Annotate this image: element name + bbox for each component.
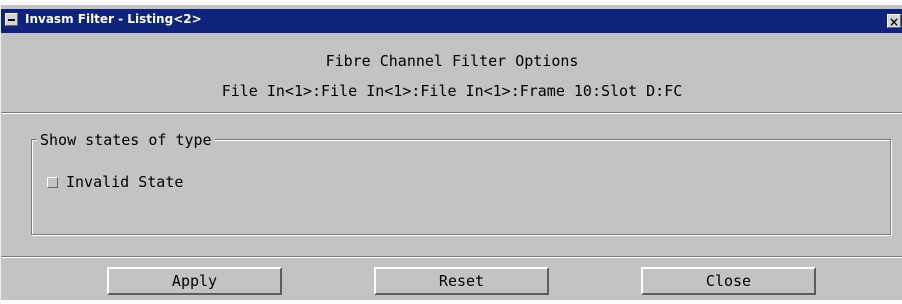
dialog-heading: Fibre Channel Filter Options: [325, 52, 579, 70]
invalid-state-checkbox[interactable]: [47, 176, 58, 188]
filter-dialog: Invasm Filter - Listing<2> × Fibre Chann…: [0, 5, 902, 300]
source-path: File In<1>:File In<1>:File In<1>:Frame 1…: [221, 82, 683, 100]
apply-button[interactable]: Apply: [107, 267, 282, 295]
minus-icon: [8, 19, 15, 21]
title-bar[interactable]: Invasm Filter - Listing<2> ×: [1, 9, 902, 33]
window-title: Invasm Filter - Listing<2>: [25, 12, 202, 26]
close-icon[interactable]: ×: [887, 14, 901, 29]
reset-button[interactable]: Reset: [374, 267, 549, 295]
divider-top: [1, 112, 902, 114]
window-menu-button[interactable]: [5, 13, 18, 26]
close-button[interactable]: Close: [641, 267, 816, 295]
divider-bottom: [1, 256, 902, 258]
invalid-state-label[interactable]: Invalid State: [66, 173, 183, 191]
invalid-state-option[interactable]: Invalid State: [47, 172, 183, 192]
group-label: Show states of type: [37, 131, 215, 149]
